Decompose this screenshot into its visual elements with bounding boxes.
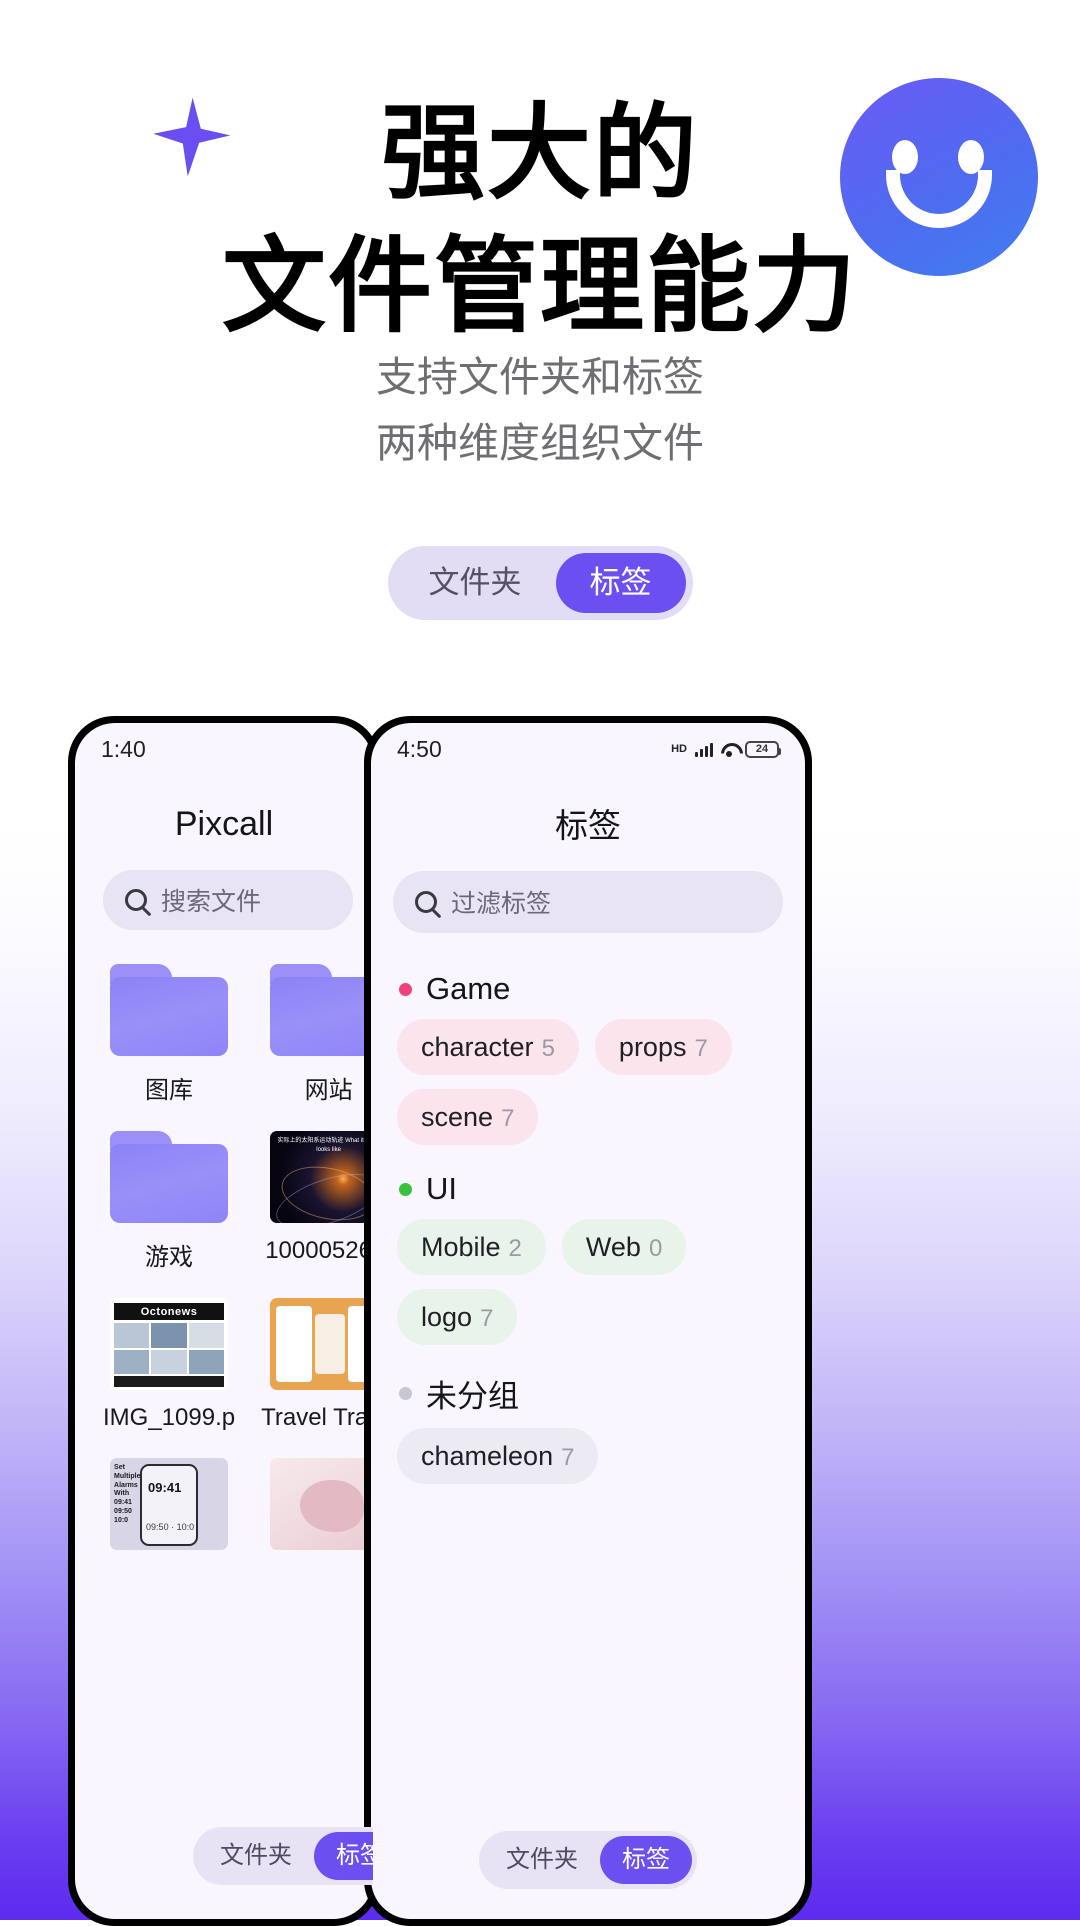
tag-chip[interactable]: logo 7 <box>397 1289 518 1345</box>
left-status-bar: 1:40 <box>75 723 373 775</box>
right-mini-folder-button[interactable]: 文件夹 <box>484 1836 600 1884</box>
grid-item-label: 图库 <box>145 1077 194 1104</box>
folder-icon <box>269 964 373 1056</box>
tag-chip[interactable]: Web 0 <box>561 1219 687 1275</box>
grid-item-label: 网站 <box>304 1077 353 1104</box>
grid-item-label: IMG_1099.p <box>103 1404 236 1431</box>
search-placeholder: 搜索文件 <box>161 888 262 916</box>
smiley-right-eye <box>958 140 984 174</box>
battery-icon: 24 <box>745 740 781 758</box>
group-color-dot <box>399 1387 412 1400</box>
tag-filter-placeholder: 过滤标签 <box>451 890 552 918</box>
image-thumbnail: Set Multiple Alarms With 09:41 09:50 10:… <box>110 1458 229 1550</box>
tag-chip-row: character 5 props 7 scene 7 <box>397 1019 779 1145</box>
right-mini-segmented-control[interactable]: 文件夹 标签 <box>479 1831 697 1889</box>
group-color-dot <box>399 982 412 996</box>
tag-group-header: UI <box>399 1171 779 1207</box>
tag-group-name: Game <box>426 971 511 1006</box>
tag-chip-count: 7 <box>480 1305 494 1332</box>
right-status-bar: 4:50 HD 24 <box>371 723 805 775</box>
phone-mockups: 1:40 Pixcall 搜索文件 图库 网站 游戏 实际上的太阳系运动轨迹 W… <box>0 716 1080 1926</box>
right-mini-tag-button[interactable]: 标签 <box>600 1836 692 1884</box>
grid-item-label: Travel Trac... <box>261 1404 373 1431</box>
tag-chip[interactable]: character 5 <box>397 1019 579 1075</box>
tag-chip[interactable]: scene 7 <box>397 1089 539 1145</box>
tag-group-header: 未分组 <box>399 1371 779 1416</box>
tag-chip-count: 5 <box>541 1035 555 1062</box>
tag-chip-label: character <box>421 1032 534 1062</box>
grid-item[interactable]: Set Multiple Alarms With 09:41 09:50 10:… <box>103 1458 235 1550</box>
image-thumbnail <box>269 1298 373 1390</box>
tag-group-list: Game character 5 props 7 scene 7 UI Mobi… <box>371 933 805 1484</box>
tag-chip-label: scene <box>421 1102 494 1132</box>
grid-item[interactable]: Travel Trac... <box>261 1298 373 1432</box>
left-mini-folder-button[interactable]: 文件夹 <box>198 1832 314 1880</box>
cellular-signal-icon <box>695 741 713 757</box>
tag-chip-count: 7 <box>561 1444 575 1471</box>
tag-chip-row: chameleon 7 <box>397 1428 779 1484</box>
tag-group-name: UI <box>426 1171 457 1206</box>
right-nav-title: 标签 <box>555 807 621 844</box>
left-mini-segmented-control[interactable]: 文件夹 标签 <box>193 1827 373 1885</box>
tag-chip-count: 7 <box>501 1105 515 1132</box>
grid-item[interactable]: 图库 <box>103 964 235 1105</box>
tag-chip-label: chameleon <box>421 1441 554 1471</box>
grid-item[interactable]: 游戏 <box>103 1131 235 1272</box>
grid-item[interactable]: 网站 <box>261 964 373 1105</box>
hero-subtitle: 支持文件夹和标签 两种维度组织文件 <box>0 345 1080 476</box>
tag-chip-count: 7 <box>694 1035 708 1062</box>
folder-icon <box>110 1131 229 1223</box>
grid-item[interactable] <box>261 1458 373 1550</box>
search-icon <box>125 889 147 911</box>
smiley-mouth <box>886 170 992 228</box>
tag-chip-count: 0 <box>648 1235 663 1262</box>
tag-chip[interactable]: props 7 <box>594 1019 732 1075</box>
hd-indicator: HD <box>671 742 687 755</box>
grid-item[interactable]: 实际上的太阳系运动轨迹 What it really looks like 10… <box>261 1131 373 1272</box>
tag-chip-label: Web <box>585 1232 641 1262</box>
grid-item-label: 10000526... <box>265 1237 373 1264</box>
search-icon <box>415 891 437 913</box>
tag-chip-count: 2 <box>508 1235 522 1262</box>
subtitle-line-1: 支持文件夹和标签 <box>376 354 704 400</box>
left-status-time: 1:40 <box>101 735 146 762</box>
tag-group-header: Game <box>399 971 779 1007</box>
tag-group-name: 未分组 <box>426 1379 519 1414</box>
segment-folder-button[interactable]: 文件夹 <box>395 553 556 613</box>
thumbnail-caption: Octonews <box>114 1303 225 1320</box>
phone-mockup-folders: 1:40 Pixcall 搜索文件 图库 网站 游戏 实际上的太阳系运动轨迹 W… <box>68 716 380 1926</box>
file-grid: 图库 网站 游戏 实际上的太阳系运动轨迹 What it really look… <box>75 930 373 1550</box>
tag-chip-label: logo <box>421 1302 473 1332</box>
smiley-face-logo <box>840 78 1038 276</box>
folder-icon <box>110 964 229 1056</box>
tag-filter-input[interactable]: 过滤标签 <box>393 871 783 933</box>
search-input[interactable]: 搜索文件 <box>103 870 353 930</box>
tag-chip-label: props <box>618 1032 687 1062</box>
subtitle-line-2: 两种维度组织文件 <box>376 419 704 466</box>
image-thumbnail: Octonews <box>110 1298 229 1390</box>
tag-chip-label: Mobile <box>421 1232 501 1262</box>
smiley-left-eye <box>892 140 918 174</box>
tag-chip-row: Mobile 2 Web 0 logo 7 <box>397 1219 779 1345</box>
thumbnail-caption: 实际上的太阳系运动轨迹 What it really looks like <box>277 1138 373 1153</box>
segment-tag-button[interactable]: 标签 <box>555 553 686 613</box>
grid-item-label: 游戏 <box>145 1244 194 1271</box>
tag-chip[interactable]: chameleon 7 <box>397 1428 599 1484</box>
grid-item[interactable]: Octonews IMG_1099.p <box>103 1298 235 1432</box>
wifi-icon <box>720 742 738 757</box>
phone-mockup-tags: 4:50 HD 24 标签 过滤标签 Game character 5 prop… <box>364 716 812 1926</box>
image-thumbnail <box>269 1458 373 1550</box>
view-mode-segmented-control[interactable]: 文件夹 标签 <box>387 546 693 620</box>
left-nav-title: Pixcall <box>174 805 274 843</box>
left-mini-tag-button[interactable]: 标签 <box>314 1832 373 1880</box>
right-status-time: 4:50 <box>397 735 442 762</box>
image-thumbnail: 实际上的太阳系运动轨迹 What it really looks like <box>269 1131 373 1223</box>
group-color-dot <box>399 1182 412 1196</box>
thumbnail-caption: Set Multiple Alarms With 09:41 09:50 10:… <box>114 1464 141 1524</box>
tag-chip[interactable]: Mobile 2 <box>397 1219 546 1275</box>
